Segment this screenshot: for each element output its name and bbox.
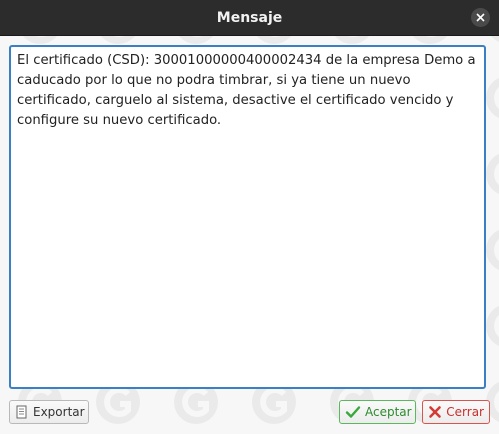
accept-button-label: Aceptar — [365, 405, 412, 419]
dialog-title: Mensaje — [216, 9, 283, 26]
export-button-label: Exportar — [33, 405, 85, 419]
title-bar[interactable]: Mensaje — [0, 0, 499, 36]
close-icon — [476, 13, 485, 22]
accept-button[interactable]: Aceptar — [339, 400, 416, 424]
document-icon — [15, 404, 29, 420]
cancel-button-label: Cerrar — [446, 405, 484, 419]
cancel-button[interactable]: Cerrar — [422, 400, 490, 424]
message-dialog: Mensaje El certificado (CSD): 3000100000… — [0, 0, 499, 434]
close-window-button[interactable] — [471, 8, 490, 27]
message-text: El certificado (CSD): 300010000004000024… — [17, 53, 476, 128]
message-textarea[interactable]: El certificado (CSD): 300010000004000024… — [9, 45, 486, 389]
x-icon — [428, 404, 442, 420]
checkmark-icon — [345, 404, 361, 420]
export-button[interactable]: Exportar — [9, 400, 89, 424]
dialog-body: El certificado (CSD): 300010000004000024… — [0, 36, 499, 434]
